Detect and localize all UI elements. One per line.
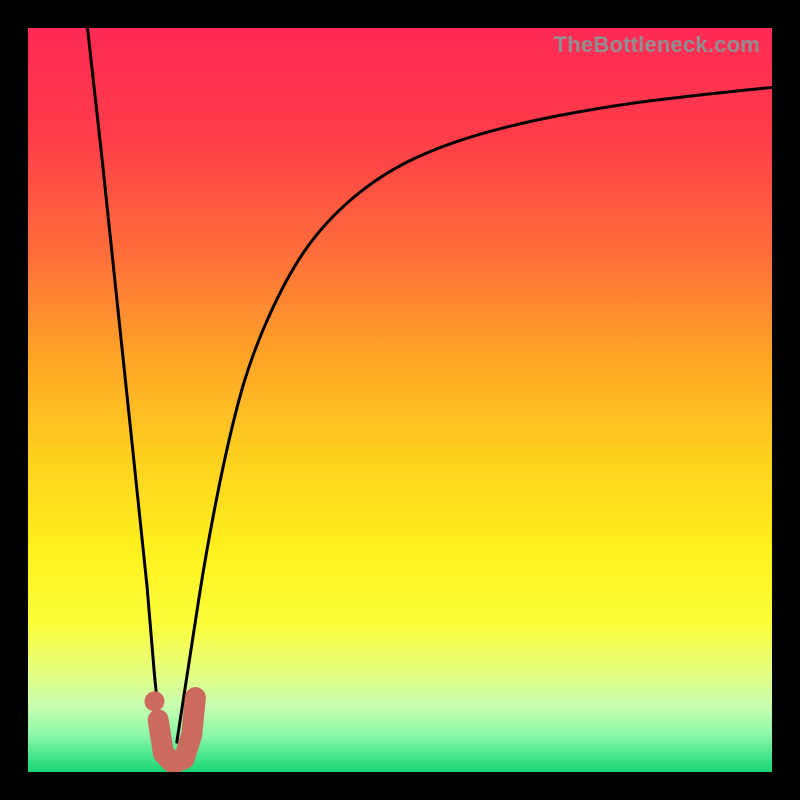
watermark-label: TheBottleneck.com xyxy=(554,32,760,58)
chart-curves xyxy=(28,28,772,772)
j-marker-dot xyxy=(145,691,165,711)
curve-right-branch xyxy=(177,87,772,742)
curve-left-branch xyxy=(88,28,162,750)
chart-frame: TheBottleneck.com xyxy=(0,0,800,800)
j-marker xyxy=(158,698,195,764)
plot-area: TheBottleneck.com xyxy=(28,28,772,772)
